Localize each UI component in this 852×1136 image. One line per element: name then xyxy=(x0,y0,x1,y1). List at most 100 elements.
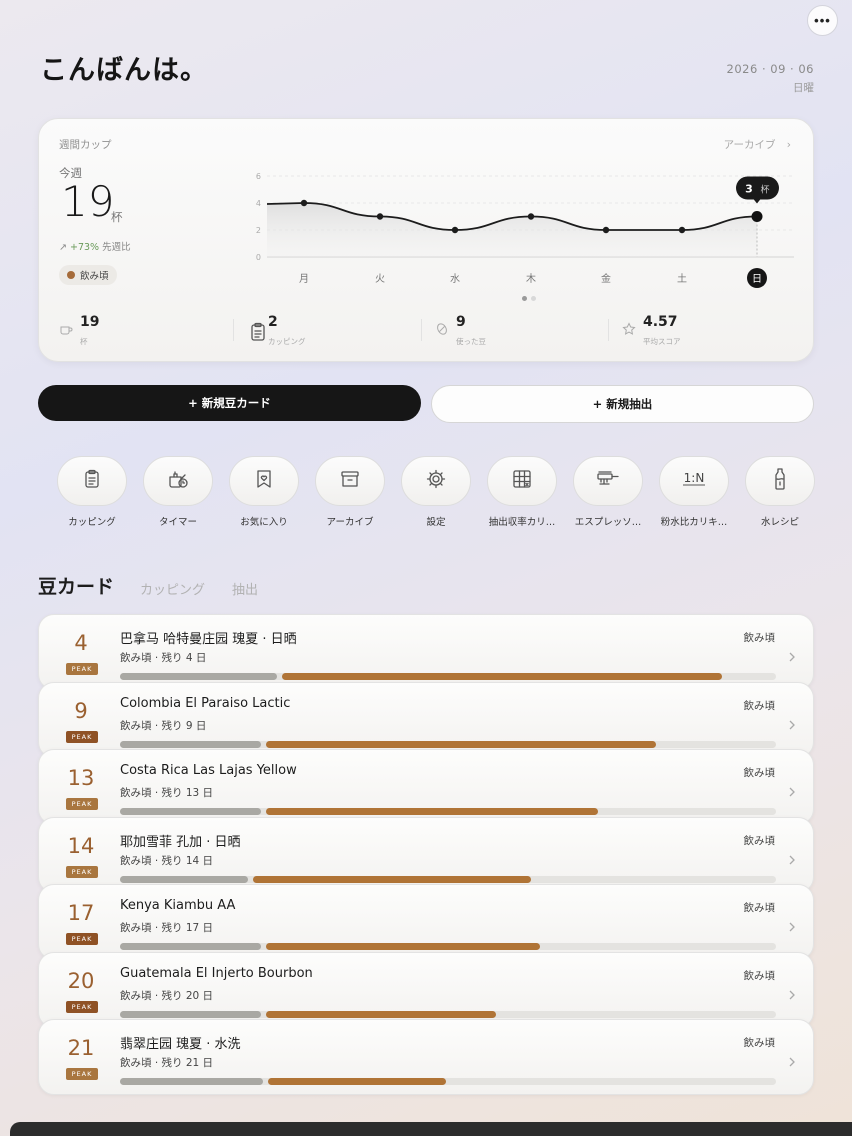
tool-grid-calculator[interactable]: 抽出収率カリ… xyxy=(479,456,565,536)
chart-point xyxy=(451,226,459,234)
tab-extraction[interactable]: 抽出 xyxy=(232,579,258,598)
chart-pager[interactable] xyxy=(522,296,536,301)
bean-days-remaining: 14 xyxy=(67,833,95,858)
tool-button[interactable] xyxy=(573,456,643,506)
bean-days-remaining: 13 xyxy=(67,766,95,790)
new-bean-card-button[interactable]: + 新規豆カード xyxy=(38,385,421,421)
current-date: 2026 · 09 · 06 xyxy=(726,62,814,76)
tool-button[interactable] xyxy=(401,456,471,506)
ratio-icon: 1:N xyxy=(679,468,709,494)
svg-text:1:N: 1:N xyxy=(684,471,705,485)
bean-card[interactable]: 20 PEAK Guatemala El Injerto Bourbon 飲み頃… xyxy=(38,951,814,1028)
bean-card[interactable]: 14 PEAK 耶加雪菲 孔加 · 日晒 飲み頃 · 残り 14 日 飲み頃 xyxy=(38,816,814,893)
chart-tooltip-value: 3 xyxy=(745,183,753,196)
tool-button[interactable] xyxy=(143,456,213,506)
clipboard-icon xyxy=(81,468,103,494)
pager-dot-active[interactable] xyxy=(522,296,527,301)
chart-x-tick-label: 土 xyxy=(677,272,687,285)
peak-badge: PEAK xyxy=(66,865,98,878)
chart-tooltip-unit: 杯 xyxy=(760,184,769,196)
stat-divider xyxy=(421,319,422,341)
bean-name: Kenya Kiambu AA xyxy=(120,898,236,913)
chart-x-tick-label: 月 xyxy=(299,273,309,285)
peak-badge: PEAK xyxy=(66,1000,98,1013)
freshness-progress-track xyxy=(120,740,776,748)
tool-portafilter[interactable]: エスプレッソ… xyxy=(565,456,651,536)
bean-days-remaining: 21 xyxy=(67,1036,95,1060)
tool-clipboard[interactable]: カッピング xyxy=(49,456,135,536)
bean-days-remaining: 20 xyxy=(67,968,95,993)
chart-point xyxy=(376,213,384,220)
stat-label: カッピング xyxy=(268,337,306,346)
bean-subtitle: 飲み頃 · 残り 13 日 xyxy=(120,787,214,799)
peak-period-bar xyxy=(266,1010,496,1018)
tool-button[interactable] xyxy=(57,456,127,506)
bottom-sheet-handle[interactable] xyxy=(10,1122,852,1136)
chevron-right-icon xyxy=(788,851,796,870)
tool-button[interactable] xyxy=(487,456,557,506)
bean-name: Costa Rica Las Lajas Yellow xyxy=(120,763,297,778)
tool-label: 粉水比カリキ… xyxy=(660,517,728,528)
chevron-right-icon xyxy=(788,986,796,1005)
grid-calculator-icon xyxy=(511,468,533,494)
tool-label: タイマー xyxy=(158,517,197,528)
chart-point-highlight xyxy=(751,211,763,222)
bean-card[interactable]: 4 PEAK 巴拿马 哈特曼庄园 瑰夏 · 日晒 飲み頃 · 残り 4 日 飲み… xyxy=(38,614,814,690)
chart-x-tick-label: 日 xyxy=(752,274,762,285)
tool-label: 抽出収率カリ… xyxy=(488,517,556,528)
section-title-bean-cards[interactable]: 豆カード xyxy=(38,572,114,599)
bean-days-remaining: 9 xyxy=(74,698,88,723)
peak-period-bar xyxy=(253,875,531,883)
rest-period-bar xyxy=(120,1010,261,1018)
peak-period-bar xyxy=(266,943,540,950)
tool-label: 水レシピ xyxy=(760,517,799,528)
bean-card[interactable]: 21 PEAK 翡翠庄园 瑰夏 · 水洗 飲み頃 · 残り 21 日 飲み頃 xyxy=(38,1019,814,1095)
chevron-right-icon xyxy=(788,1053,796,1072)
bean-name: 耶加雪菲 孔加 · 日晒 xyxy=(120,834,241,850)
chart-y-tick-label: 4 xyxy=(256,199,261,208)
pager-dot[interactable] xyxy=(531,296,536,301)
more-options-button[interactable]: ••• xyxy=(807,5,838,36)
cup-icon xyxy=(59,321,73,340)
tool-button[interactable] xyxy=(745,456,815,506)
ellipsis-icon: ••• xyxy=(814,13,831,28)
stat-label: 杯 xyxy=(80,337,88,346)
freshness-progress-track xyxy=(120,875,776,883)
tool-button[interactable]: 1:N xyxy=(659,456,729,506)
peak-period-bar xyxy=(282,673,722,680)
weekly-cups-card: 週間カップ アーカイブ › 今週 19 杯 ↗ +73% 先週比 飲み頃 024… xyxy=(38,118,814,362)
stat-label: 使った豆 xyxy=(456,337,486,346)
bean-state: 飲み頃 xyxy=(743,902,776,914)
rest-period-bar xyxy=(120,808,261,815)
chart-y-tick-label: 6 xyxy=(256,172,261,181)
tool-archive-box[interactable]: アーカイブ xyxy=(307,456,393,536)
tool-bookmark-heart[interactable]: お気に入り xyxy=(221,456,307,536)
rest-period-bar xyxy=(120,1078,263,1085)
tab-cupping[interactable]: カッピング xyxy=(140,579,205,598)
tool-ratio[interactable]: 1:N 粉水比カリキ… xyxy=(651,456,737,536)
tool-bottle[interactable]: 水レシピ xyxy=(737,456,823,536)
chart-x-tick-label: 火 xyxy=(375,273,385,285)
tool-label: エスプレッソ… xyxy=(574,517,642,528)
freshness-progress-track xyxy=(120,943,776,950)
peak-period-bar xyxy=(266,808,598,815)
chevron-right-icon xyxy=(788,716,796,735)
tool-gear[interactable]: 設定 xyxy=(393,456,479,536)
tool-button[interactable] xyxy=(315,456,385,506)
tool-kettle-timer[interactable]: タイマー xyxy=(135,456,221,536)
peak-badge: PEAK xyxy=(66,663,98,675)
new-brew-button[interactable]: + 新規抽出 xyxy=(431,385,814,423)
bean-card[interactable]: 17 PEAK Kenya Kiambu AA 飲み頃 · 残り 17 日 飲み… xyxy=(38,884,814,960)
chevron-right-icon xyxy=(788,918,796,937)
bean-card[interactable]: 13 PEAK Costa Rica Las Lajas Yellow 飲み頃 … xyxy=(38,749,814,825)
peak-period-bar xyxy=(268,1078,446,1085)
bean-card[interactable]: 9 PEAK Colombia El Paraiso Lactic 飲み頃 · … xyxy=(38,681,814,758)
bean-subtitle: 飲み頃 · 残り 4 日 xyxy=(120,652,207,664)
date-block: 2026 · 09 · 06 日曜 xyxy=(727,62,814,95)
chart-point xyxy=(678,226,686,234)
bean-subtitle: 飲み頃 · 残り 14 日 xyxy=(120,854,214,867)
tool-button[interactable] xyxy=(229,456,299,506)
rest-period-bar xyxy=(120,740,261,748)
chevron-right-icon xyxy=(788,648,796,667)
bean-name: Guatemala El Injerto Bourbon xyxy=(120,965,313,981)
